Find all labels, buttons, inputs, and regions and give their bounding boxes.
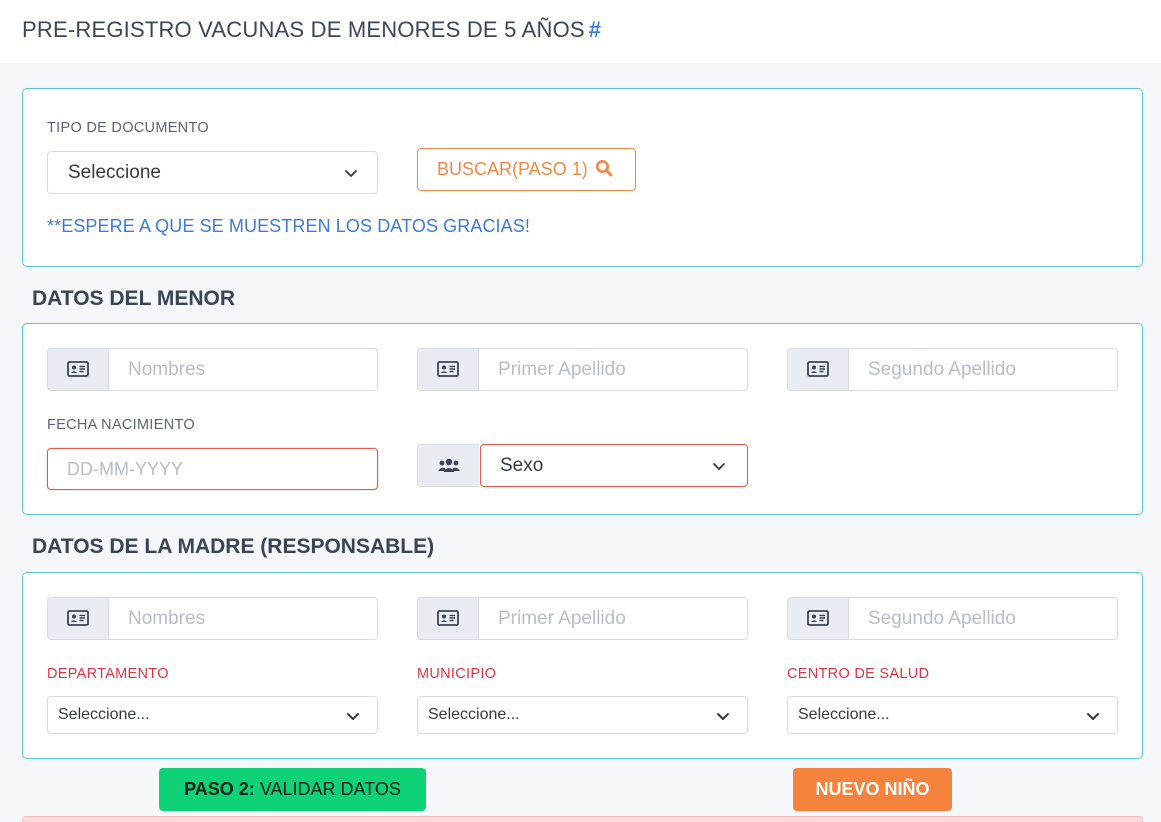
- child-last-name1-group: Primer Apellido: [417, 348, 748, 391]
- mother-first-name-group: Nombres: [47, 597, 378, 640]
- department-value: Seleccione...: [58, 706, 150, 723]
- municipality-select[interactable]: Seleccione...: [417, 696, 748, 734]
- id-card-icon: [67, 610, 89, 626]
- sex-group: Sexo: [417, 444, 748, 487]
- id-card-addon: [47, 597, 109, 640]
- search-button-label: BUSCAR(PASO 1): [437, 159, 588, 179]
- health-center-select[interactable]: Seleccione...: [787, 696, 1118, 734]
- chevron-down-icon: [717, 713, 729, 720]
- municipality-label: MUNICIPIO: [417, 666, 497, 682]
- id-card-addon: [787, 597, 849, 640]
- anchor-link[interactable]: #: [589, 17, 601, 42]
- health-center-label: CENTRO DE SALUD: [787, 666, 930, 682]
- wait-message: **ESPERE A QUE SE MUESTREN LOS DATOS GRA…: [47, 216, 530, 236]
- chevron-down-icon: [713, 463, 725, 470]
- id-card-icon: [437, 610, 459, 626]
- department-label: DEPARTAMENTO: [47, 666, 169, 682]
- child-last-name2-input[interactable]: Segundo Apellido: [848, 348, 1118, 391]
- chevron-down-icon: [345, 170, 357, 177]
- validate-data-button[interactable]: PASO 2: VALIDAR DATOS: [159, 768, 426, 811]
- municipality-value: Seleccione...: [428, 706, 520, 723]
- doc-type-label: TIPO DE DOCUMENTO: [47, 120, 209, 136]
- child-first-name-group: Nombres: [47, 348, 378, 391]
- child-section-title: DATOS DEL MENOR: [32, 287, 236, 310]
- id-card-addon: [47, 348, 109, 391]
- health-center-value: Seleccione...: [798, 706, 890, 723]
- id-card-icon: [807, 610, 829, 626]
- sex-select[interactable]: Sexo: [480, 444, 748, 487]
- mother-last-name2-input[interactable]: Segundo Apellido: [848, 597, 1118, 640]
- mother-first-name-input[interactable]: Nombres: [108, 597, 378, 640]
- alert-box: [22, 816, 1143, 822]
- doc-type-value: Seleccione: [68, 162, 161, 183]
- search-button[interactable]: BUSCAR(PASO 1): [417, 148, 636, 191]
- chevron-down-icon: [347, 713, 359, 720]
- id-card-icon: [437, 361, 459, 377]
- id-card-icon: [67, 361, 89, 377]
- doc-type-select[interactable]: Seleccione: [47, 151, 378, 194]
- child-last-name2-group: Segundo Apellido: [787, 348, 1118, 391]
- birthdate-input[interactable]: DD-MM-YYYY: [47, 448, 378, 490]
- mother-last-name1-group: Primer Apellido: [417, 597, 748, 640]
- validate-step-prefix: PASO 2:: [184, 779, 255, 799]
- new-child-button[interactable]: NUEVO NIÑO: [793, 768, 952, 811]
- users-addon: [417, 444, 479, 487]
- page-title: PRE-REGISTRO VACUNAS DE MENORES DE 5 AÑO…: [22, 17, 601, 43]
- id-card-addon: [417, 597, 479, 640]
- page-title-text: PRE-REGISTRO VACUNAS DE MENORES DE 5 AÑO…: [22, 17, 585, 42]
- mother-section-title: DATOS DE LA MADRE (RESPONSABLE): [32, 535, 435, 558]
- birthdate-label: FECHA NACIMIENTO: [47, 417, 195, 433]
- chevron-down-icon: [1087, 713, 1099, 720]
- search-icon: [595, 160, 613, 177]
- child-last-name1-input[interactable]: Primer Apellido: [478, 348, 748, 391]
- sex-value: Sexo: [500, 455, 544, 476]
- id-card-icon: [807, 361, 829, 377]
- department-select[interactable]: Seleccione...: [47, 696, 378, 734]
- id-card-addon: [417, 348, 479, 391]
- mother-last-name1-input[interactable]: Primer Apellido: [478, 597, 748, 640]
- id-card-addon: [787, 348, 849, 391]
- mother-last-name2-group: Segundo Apellido: [787, 597, 1118, 640]
- child-first-name-input[interactable]: Nombres: [108, 348, 378, 391]
- validate-label: VALIDAR DATOS: [254, 779, 401, 799]
- users-icon: [438, 458, 460, 472]
